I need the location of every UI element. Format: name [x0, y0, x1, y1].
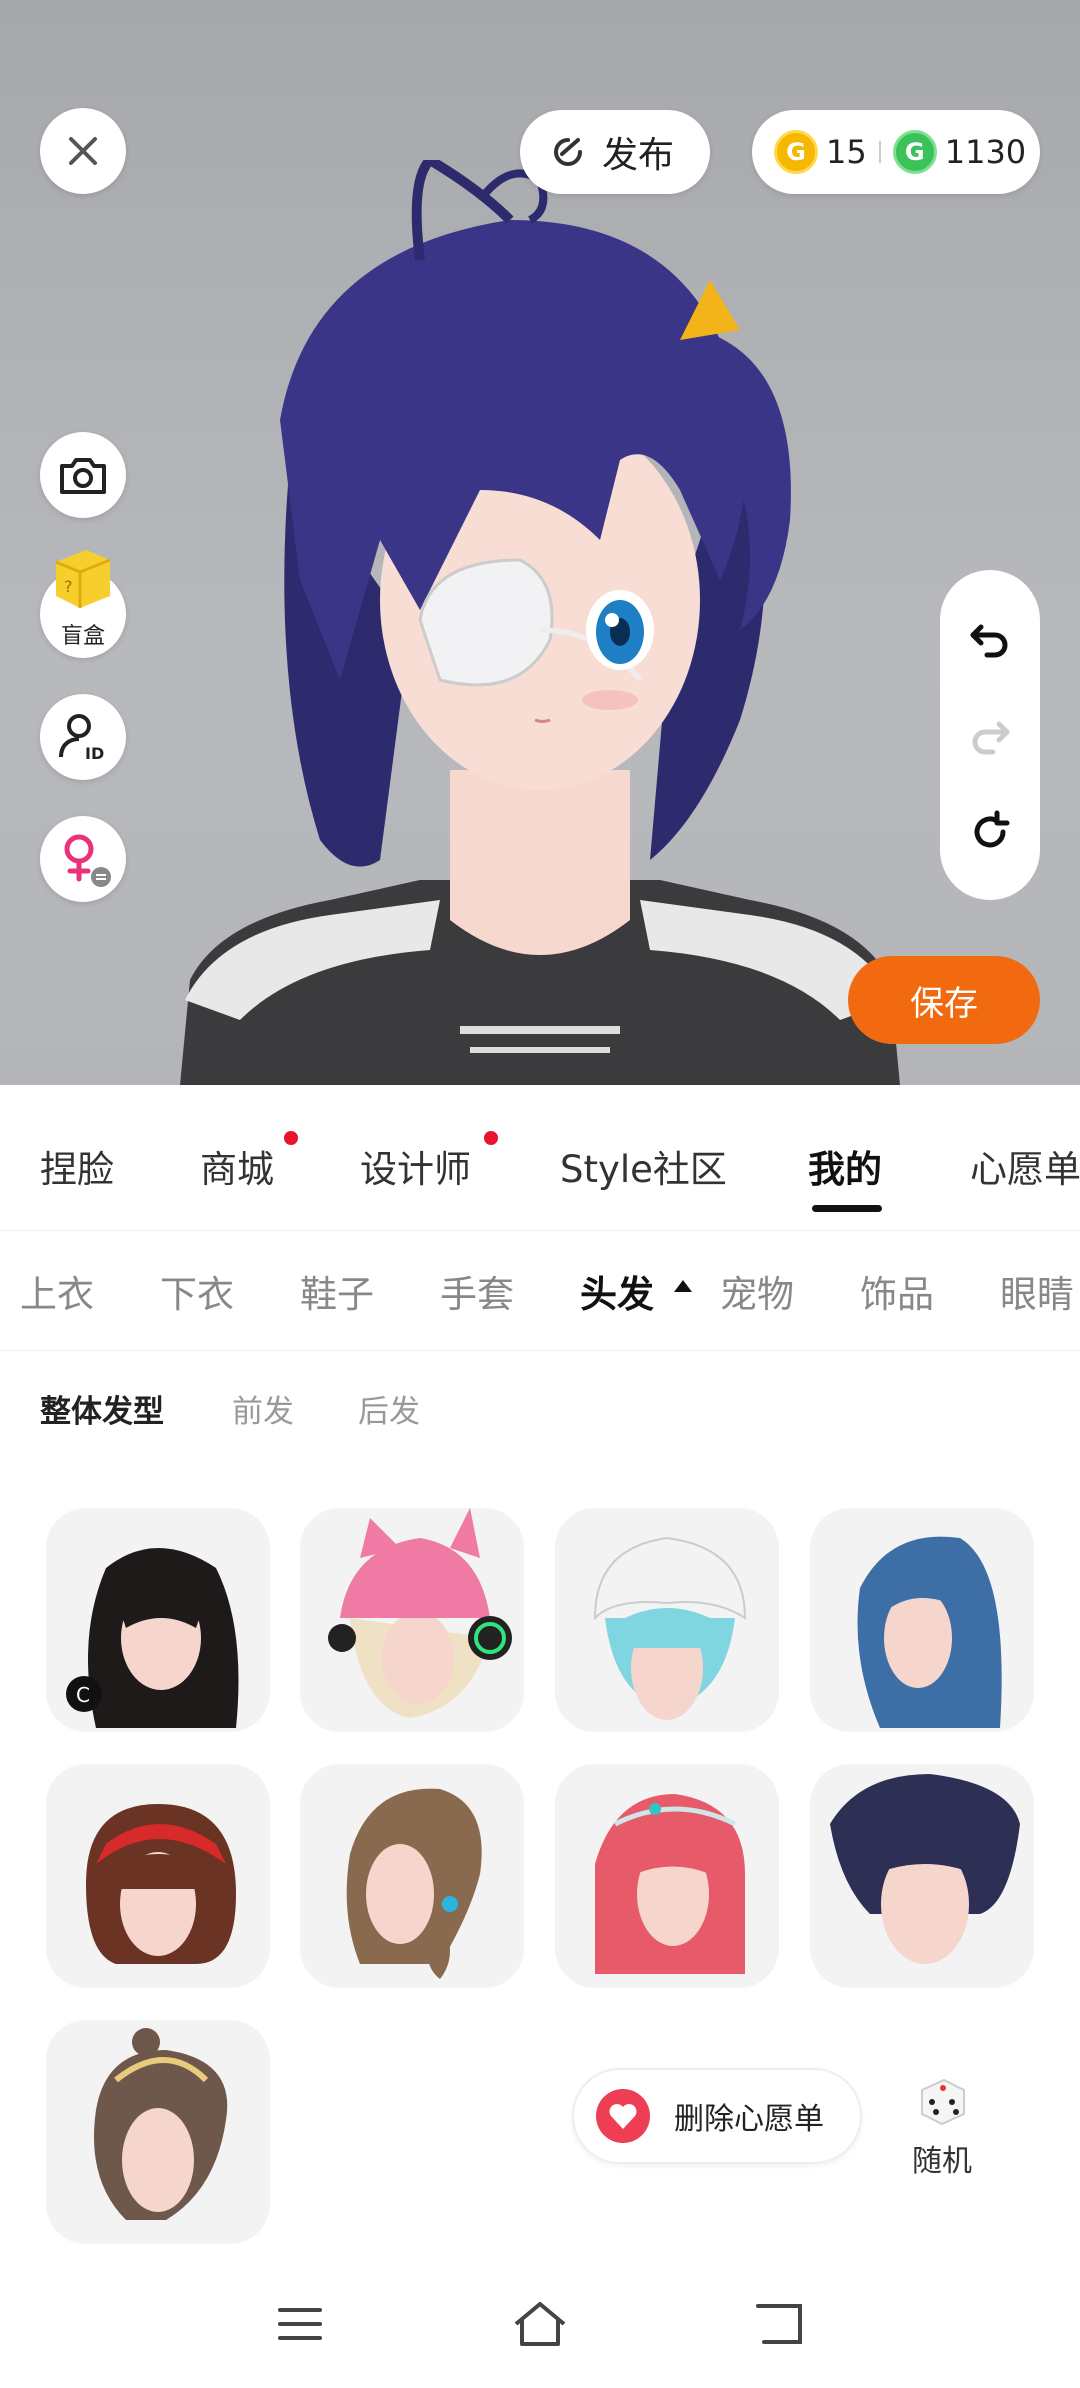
- category-gloves[interactable]: 手套: [440, 1264, 514, 1318]
- tab-shop[interactable]: 商城: [200, 1139, 274, 1193]
- category-divider: [0, 1350, 1080, 1351]
- brown-side-ponytail-hair-thumbnail: [346, 1788, 482, 1979]
- caret-up-icon[interactable]: [674, 1280, 692, 1292]
- category-accessory[interactable]: 饰品: [860, 1264, 934, 1318]
- home-icon[interactable]: [512, 2300, 568, 2348]
- reset-icon[interactable]: [967, 809, 1013, 855]
- updo-hair-thumbnail: [94, 2028, 228, 2220]
- publish-icon: [554, 138, 582, 166]
- gold-coin-icon: G: [774, 130, 818, 174]
- gender-switch-button[interactable]: [40, 816, 126, 902]
- subtab-front-hair[interactable]: 前发: [232, 1386, 294, 1431]
- brown-bob-hair-thumbnail: [86, 1804, 236, 1964]
- blindbox-label: 盲盒: [60, 624, 105, 649]
- subtab-back-hair[interactable]: 后发: [358, 1386, 420, 1431]
- pink-tiara-hair-thumbnail: [595, 1794, 745, 1974]
- publish-label: 发布: [602, 135, 675, 176]
- blindbox-button[interactable]: ? 盲盒: [40, 550, 126, 658]
- shop-notification-dot: [284, 1131, 298, 1145]
- heart-icon: [596, 2089, 650, 2143]
- profile-id-button[interactable]: ID: [40, 694, 126, 780]
- menu-icon[interactable]: [276, 2304, 324, 2344]
- hair-item-updo[interactable]: [46, 2020, 270, 2244]
- navy-short-hair-thumbnail: [830, 1774, 1020, 1964]
- main-tab-bar: 捏脸 商城 设计师 Style社区 我的 心愿单: [0, 1085, 1080, 1231]
- category-top[interactable]: 上衣: [20, 1264, 94, 1318]
- random-label: 随机: [912, 2144, 972, 2179]
- cyan-bonnet-hair-thumbnail: [593, 1536, 747, 1720]
- remove-wishlist-button[interactable]: 删除心愿单: [572, 2068, 862, 2164]
- subtab-full-hairstyle[interactable]: 整体发型: [40, 1386, 164, 1431]
- hair-item-cyan-bonnet[interactable]: [555, 1508, 779, 1732]
- blindbox-icon: ?: [55, 550, 111, 608]
- history-controls: [940, 570, 1040, 900]
- hair-item-brown-side-ponytail[interactable]: [300, 1764, 524, 1988]
- blue-long-hair-thumbnail: [857, 1536, 1002, 1728]
- hair-item-black-long[interactable]: C: [46, 1508, 270, 1732]
- female-gender-icon: [64, 834, 111, 887]
- green-coin-count: 1130: [944, 133, 1027, 171]
- system-navigation-bar: [0, 2270, 1080, 2388]
- svg-text:ID: ID: [85, 744, 104, 763]
- category-pet[interactable]: 宠物: [720, 1264, 794, 1318]
- green-coin-icon: G: [892, 130, 937, 174]
- hair-item-brown-bob[interactable]: [46, 1764, 270, 1988]
- category-shoes[interactable]: 鞋子: [300, 1264, 374, 1318]
- save-button[interactable]: 保存: [848, 956, 1040, 1044]
- tab-mine[interactable]: 我的: [808, 1139, 882, 1193]
- camera-button[interactable]: [40, 432, 126, 518]
- tab-wishlist[interactable]: 心愿单: [970, 1139, 1080, 1193]
- back-icon[interactable]: [756, 2302, 806, 2346]
- svg-text:C: C: [76, 1683, 90, 1707]
- remove-wishlist-label: 删除心愿单: [674, 2102, 824, 2137]
- redo-icon[interactable]: [967, 712, 1013, 758]
- tab-designer[interactable]: 设计师: [360, 1139, 471, 1193]
- svg-text:?: ?: [64, 577, 73, 596]
- hair-item-pink-cat-cap[interactable]: [300, 1508, 524, 1732]
- undo-icon[interactable]: [967, 615, 1013, 661]
- avatar-preview[interactable]: 发布 G 15 G 1130 ? 盲盒 ID 保存: [0, 0, 1080, 1085]
- tab-style-community[interactable]: Style社区: [560, 1139, 727, 1193]
- pink-cat-cap-hair-thumbnail: [328, 1508, 512, 1718]
- close-icon: [69, 137, 97, 165]
- category-hair[interactable]: 头发: [580, 1264, 654, 1318]
- currency-divider: [878, 141, 881, 163]
- dice-icon: [921, 2078, 965, 2126]
- avatar-model: [180, 160, 900, 1085]
- user-id-icon: ID: [59, 714, 104, 763]
- close-button[interactable]: [40, 108, 126, 194]
- active-tab-indicator: [812, 1205, 882, 1212]
- category-bottom[interactable]: 下衣: [160, 1264, 234, 1318]
- publish-button[interactable]: 发布: [520, 110, 710, 194]
- designer-notification-dot: [484, 1131, 498, 1145]
- category-eyes[interactable]: 眼睛: [1000, 1264, 1074, 1318]
- hair-item-blue-long[interactable]: [810, 1508, 1034, 1732]
- gold-coin-count: 15: [826, 133, 867, 171]
- random-button[interactable]: 随机: [900, 2072, 984, 2180]
- tab-face[interactable]: 捏脸: [40, 1139, 114, 1193]
- hair-item-navy-short[interactable]: [810, 1764, 1034, 1988]
- camera-icon: [60, 458, 106, 494]
- currency-display[interactable]: G 15 G 1130: [752, 110, 1040, 194]
- hair-item-pink-tiara[interactable]: [555, 1764, 779, 1988]
- black-long-hair-thumbnail: C: [66, 1548, 239, 1728]
